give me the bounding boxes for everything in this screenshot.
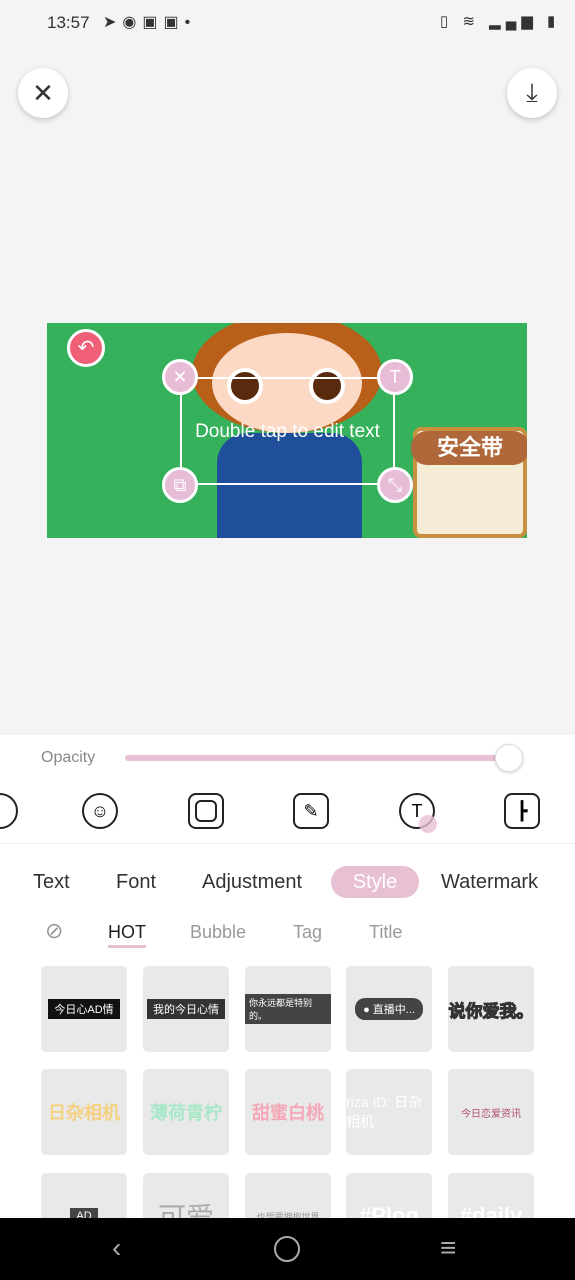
tile-label: 日杂相机 (48, 1103, 120, 1123)
sign-text: 安全带 (411, 431, 527, 465)
text-icon: T (389, 366, 401, 387)
style-preset-tile[interactable]: 今日心AD情 (41, 966, 127, 1052)
text-handle[interactable]: T (377, 359, 413, 395)
tile-label: 今日心AD情 (48, 999, 120, 1019)
status-time: 13:57 (47, 13, 90, 32)
emoji-icon[interactable]: ☺ (82, 793, 118, 829)
layout-icon[interactable]: ┣ (504, 793, 540, 829)
style-preset-tile[interactable]: 薄荷青柠 (143, 1069, 229, 1155)
tab-watermark[interactable]: Watermark (441, 866, 538, 898)
download-button[interactable]: ⤓ (507, 68, 557, 118)
tab-font[interactable]: Font (116, 866, 156, 898)
style-preset-tile[interactable]: ● 直播中... (346, 966, 432, 1052)
back-icon[interactable]: ↶ (67, 329, 105, 367)
tile-label: 说你爱我。 (448, 1001, 534, 1021)
divider (0, 843, 575, 844)
system-icons: ▯ ≋ ▂▄▆ ▮ (440, 13, 561, 30)
menu-icon[interactable]: ≡ (440, 1232, 456, 1264)
style-preset-tile[interactable]: 日杂相机 (41, 1069, 127, 1155)
frame-icon[interactable] (188, 793, 224, 829)
style-preset-tile[interactable]: 说你爱我。 (448, 966, 534, 1052)
tile-label: 我的今日心情 (147, 999, 225, 1019)
close-button[interactable]: ✕ (18, 68, 68, 118)
active-dot (419, 815, 437, 833)
subtab-bubble[interactable]: Bubble (190, 922, 246, 943)
tab-style[interactable]: Style (331, 866, 419, 898)
status-bar: 13:57 ➤◉▣▣• ▯ ≋ ▂▄▆ ▮ (0, 0, 575, 45)
notification-icons: ➤◉▣▣• (103, 14, 197, 31)
resize-icon: ⤡ (387, 474, 403, 495)
tab-adjustment[interactable]: Adjustment (202, 866, 302, 898)
tab-text[interactable]: Text (33, 866, 70, 898)
overlay-text[interactable]: Double tap to edit text (182, 421, 393, 443)
tile-label: 薄荷青柠 (150, 1103, 222, 1123)
close-icon: ✕ (32, 77, 54, 108)
sign-board: 安全带 (411, 427, 527, 538)
close-icon: ✕ (172, 366, 188, 387)
back-nav-icon[interactable]: ‹ (112, 1232, 121, 1264)
style-preset-tile[interactable]: 你永远都是特别的。 (245, 966, 331, 1052)
subtab-tag[interactable]: Tag (293, 922, 322, 943)
tile-label: riza ID: 日杂相机 (346, 1094, 423, 1130)
photo-canvas[interactable]: ↶ 安全带 Double tap to edit text ✕ T ⧉ ⤡ (47, 323, 527, 538)
opacity-slider-thumb[interactable] (495, 744, 523, 772)
opacity-slider[interactable] (125, 755, 510, 761)
resize-handle[interactable]: ⤡ (377, 467, 413, 503)
subtab-title[interactable]: Title (369, 922, 402, 943)
style-preset-tile[interactable]: riza ID: 日杂相机 (346, 1069, 432, 1155)
sticker-icon[interactable] (0, 793, 18, 829)
style-preset-tile[interactable]: 今日恋爱资讯 (448, 1069, 534, 1155)
opacity-label: Opacity (41, 749, 96, 766)
home-icon[interactable] (274, 1236, 300, 1262)
copy-icon: ⧉ (173, 474, 187, 495)
tile-label: 甜蜜白桃 (252, 1103, 324, 1123)
none-icon[interactable]: ⊘ (45, 918, 63, 944)
delete-handle[interactable]: ✕ (162, 359, 198, 395)
edit-icon[interactable]: ✎ (293, 793, 329, 829)
text-selection-box[interactable]: Double tap to edit text (180, 377, 395, 485)
tile-label: 你永远都是特别的。 (245, 994, 331, 1024)
style-preset-tile[interactable]: 我的今日心情 (143, 966, 229, 1052)
subtab-hot[interactable]: HOT (108, 922, 146, 948)
duplicate-handle[interactable]: ⧉ (162, 467, 198, 503)
style-preset-tile[interactable]: 甜蜜白桃 (245, 1069, 331, 1155)
nav-bar: ‹ ≡ (0, 1218, 575, 1280)
tile-label: 今日恋爱资讯 (461, 1108, 521, 1120)
tile-label: ● 直播中... (355, 998, 423, 1020)
download-icon: ⤓ (526, 77, 538, 107)
